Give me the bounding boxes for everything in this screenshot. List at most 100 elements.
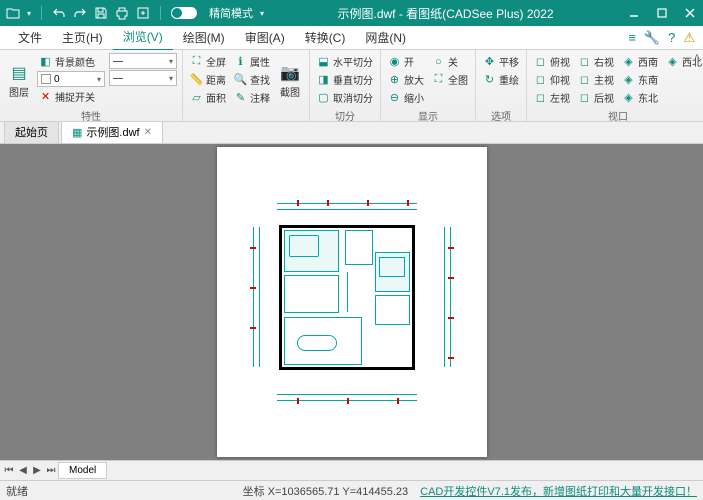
print-icon[interactable]	[115, 6, 129, 20]
fit-icon: ⛶	[432, 73, 445, 86]
crosshair-icon: ✕	[39, 90, 52, 103]
tab-review[interactable]: 审图(A)	[235, 25, 295, 50]
bgcolor-button[interactable]: ◧背景颜色	[37, 53, 105, 70]
se-view-button[interactable]: ◈东南	[620, 71, 660, 88]
ruler-icon: 📏	[190, 73, 203, 86]
lineweight-dropdown[interactable]: —	[109, 70, 177, 86]
cube-icon: ◈	[666, 55, 679, 68]
color-dropdown[interactable]: 0	[37, 71, 105, 87]
cancel-icon: ▢	[317, 91, 330, 104]
cube-icon: ◻	[534, 73, 547, 86]
area-icon: ▱	[190, 91, 203, 104]
announcement-link[interactable]: CAD开发控件V7.1发布，新增图纸打印和大量开发接口！	[420, 483, 697, 499]
open-icon[interactable]	[6, 6, 20, 20]
mode-label: 精简模式	[209, 5, 253, 21]
help-icon[interactable]: ?	[668, 30, 675, 46]
next-layout-icon[interactable]: ▶	[30, 465, 44, 476]
info-icon: ℹ	[234, 55, 247, 68]
ribbon-group-tools: ⛶全屏 📏距离 ▱面积 ℹ属性 🔍查找 ✎注释 📷截图	[183, 50, 310, 121]
find-button[interactable]: 🔍查找	[232, 71, 272, 88]
minimize-icon[interactable]	[627, 6, 641, 20]
doctab-start[interactable]: 起始页	[4, 120, 59, 143]
export-icon[interactable]	[136, 6, 150, 20]
cube-icon: ◻	[578, 55, 591, 68]
fullscreen-icon: ⛶	[190, 55, 203, 68]
viewport[interactable]	[0, 144, 703, 460]
tab-convert[interactable]: 转换(C)	[295, 25, 356, 50]
menubar: 文件 主页(H) 浏览(V) 绘图(M) 审图(A) 转换(C) 网盘(N) ≡…	[0, 26, 703, 50]
close-icon[interactable]	[683, 6, 697, 20]
model-tabs: ⏮ ◀ ▶ ⏭ Model	[0, 460, 703, 480]
bulb-off-icon: ○	[432, 55, 445, 68]
doctab-file[interactable]: ▦示例图.dwf✕	[61, 120, 163, 143]
capture-toggle-button[interactable]: ✕捕捉开关	[37, 88, 105, 105]
last-layout-icon[interactable]: ⏭	[44, 465, 58, 476]
cube-icon: ◻	[578, 73, 591, 86]
left-view-button[interactable]: ◻左视	[532, 89, 572, 106]
layers-button[interactable]: ▤图层	[5, 53, 33, 108]
front-view-button[interactable]: ◻主视	[576, 71, 616, 88]
all-button[interactable]: ⛶全图	[430, 71, 470, 88]
vsplit-button[interactable]: ◨垂直切分	[315, 71, 375, 88]
camera-icon: 📷	[279, 62, 301, 84]
mode-toggle[interactable]	[171, 7, 197, 19]
first-layout-icon[interactable]: ⏮	[2, 465, 16, 476]
distance-button[interactable]: 📏距离	[188, 71, 228, 88]
tab-draw[interactable]: 绘图(M)	[173, 25, 235, 50]
open-dropdown[interactable]: ▾	[27, 9, 31, 18]
titlebar: ▾ 精简模式 ▾ 示例图.dwf - 看图纸(CADSee Plus) 2022	[0, 0, 703, 26]
save-icon[interactable]	[94, 6, 108, 20]
hsplit-icon: ⬓	[317, 55, 330, 68]
prev-layout-icon[interactable]: ◀	[16, 465, 30, 476]
close-tab-icon[interactable]: ✕	[144, 127, 152, 138]
hsplit-button[interactable]: ⬓水平切分	[315, 53, 375, 70]
bulb-on-icon: ◉	[388, 55, 401, 68]
coordinates: 坐标 X=1036565.71 Y=414455.23	[243, 483, 409, 499]
cube-icon: ◈	[622, 73, 635, 86]
cube-icon: ◻	[534, 55, 547, 68]
screenshot-button[interactable]: 📷截图	[276, 53, 304, 108]
tab-home[interactable]: 主页(H)	[52, 25, 113, 50]
redo-icon[interactable]	[73, 6, 87, 20]
back-view-button[interactable]: ◻后视	[576, 89, 616, 106]
translate-button[interactable]: ✥平移	[481, 53, 521, 70]
search-icon: 🔍	[234, 73, 247, 86]
bottom-view-button[interactable]: ◻仰视	[532, 71, 572, 88]
ribbon-collapse-icon[interactable]: ˄	[694, 52, 700, 63]
cube-icon: ◻	[578, 91, 591, 104]
ribbon-group-split: ⬓水平切分 ◨垂直切分 ▢取消切分 切分	[310, 50, 381, 121]
tab-cloud[interactable]: 网盘(N)	[355, 25, 416, 50]
off-button[interactable]: ○关	[430, 53, 470, 70]
palette-icon: ◧	[39, 55, 52, 68]
zoomin-button[interactable]: ⊕放大	[386, 71, 426, 88]
on-button[interactable]: ◉开	[386, 53, 426, 70]
undo-icon[interactable]	[52, 6, 66, 20]
tab-file[interactable]: 文件	[8, 25, 52, 50]
model-tab[interactable]: Model	[58, 462, 107, 479]
maximize-icon[interactable]	[655, 6, 669, 20]
redraw-button[interactable]: ↻重绘	[481, 71, 521, 88]
zoomout-icon: ⊖	[388, 91, 401, 104]
fullscreen-button[interactable]: ⛶全屏	[188, 53, 228, 70]
tab-browse[interactable]: 浏览(V)	[113, 24, 173, 51]
zoomout-button[interactable]: ⊖缩小	[386, 89, 426, 106]
annotate-button[interactable]: ✎注释	[232, 89, 272, 106]
right-view-button[interactable]: ◻右视	[576, 53, 616, 70]
cancel-split-button[interactable]: ▢取消切分	[315, 89, 375, 106]
linetype-dropdown[interactable]: —	[109, 53, 177, 69]
cube-icon: ◻	[534, 91, 547, 104]
file-icon: ▦	[72, 126, 82, 139]
top-view-button[interactable]: ◻俯视	[532, 53, 572, 70]
statusbar: 就绪 坐标 X=1036565.71 Y=414455.23 CAD开发控件V7…	[0, 480, 703, 500]
wrench-icon[interactable]: 🔧	[644, 30, 660, 46]
area-button[interactable]: ▱面积	[188, 89, 228, 106]
ne-view-button[interactable]: ◈东北	[620, 89, 660, 106]
alert-icon[interactable]: ⚠	[683, 30, 695, 46]
sw-view-button[interactable]: ◈西南	[620, 53, 660, 70]
ribbon-group-display: ◉开 ⊕放大 ⊖缩小 ○关 ⛶全图 显示	[381, 50, 476, 121]
settings-equals-icon[interactable]: ≡	[628, 30, 636, 46]
refresh-icon: ↻	[483, 73, 496, 86]
vsplit-icon: ◨	[317, 73, 330, 86]
ribbon-group-options: ✥平移 ↻重绘 选项	[476, 50, 527, 121]
attrs-button[interactable]: ℹ属性	[232, 53, 272, 70]
